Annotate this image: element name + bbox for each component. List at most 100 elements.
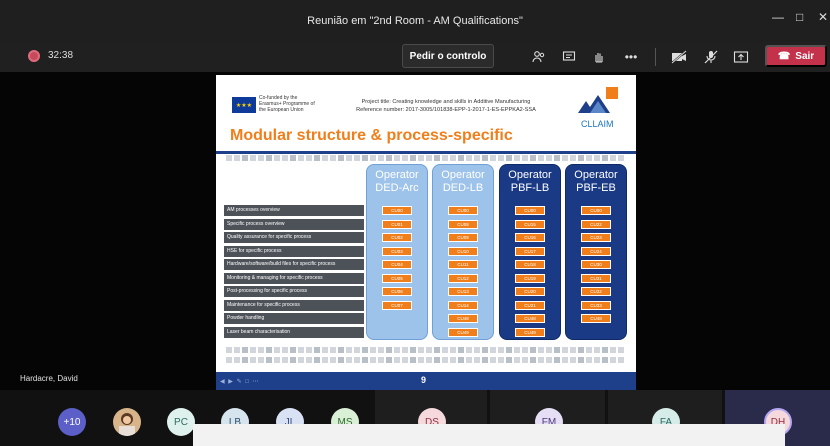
pattern-square xyxy=(522,347,528,353)
camera-off-icon[interactable] xyxy=(668,46,690,68)
pattern-square xyxy=(346,357,352,363)
pattern-square xyxy=(434,155,440,161)
pattern-square xyxy=(514,155,520,161)
leave-label: Sair xyxy=(795,50,815,62)
pattern-square xyxy=(266,155,272,161)
more-participants-badge[interactable]: +10 xyxy=(58,408,86,436)
pattern-square xyxy=(394,357,400,363)
pattern-square xyxy=(282,155,288,161)
pattern-square xyxy=(266,347,272,353)
toolbar-divider xyxy=(655,48,656,66)
pattern-square xyxy=(474,347,480,353)
presentation-slide: ★★★ Co-funded by the Erasmus+ Programme … xyxy=(216,75,636,393)
competence-unit-badge: CU08 xyxy=(448,219,478,229)
pattern-square xyxy=(434,357,440,363)
microphone-off-icon[interactable] xyxy=(700,46,722,68)
competence-unit-badge: CU22 xyxy=(581,219,611,229)
pattern-square xyxy=(546,155,552,161)
pattern-square xyxy=(306,347,312,353)
pattern-square xyxy=(458,347,464,353)
participants-icon[interactable] xyxy=(528,46,550,68)
pattern-square xyxy=(354,155,360,161)
pattern-square xyxy=(602,357,608,363)
request-control-button[interactable]: Pedir o controlo xyxy=(402,44,494,68)
pattern-square xyxy=(354,357,360,363)
competence-unit-badge: CU48 xyxy=(448,314,478,323)
avatar-initials[interactable]: PC xyxy=(167,408,195,436)
pattern-square xyxy=(610,347,616,353)
pattern-square xyxy=(282,357,288,363)
pattern-square xyxy=(610,357,616,363)
module-row-label: Laser beam characterisation xyxy=(224,326,364,338)
pattern-square xyxy=(322,155,328,161)
column-heading-line1: Operator xyxy=(441,169,485,181)
competence-unit-badge: CU10 xyxy=(448,246,478,256)
cllaim-logo-icon xyxy=(578,87,618,113)
pattern-square xyxy=(314,155,320,161)
close-icon[interactable]: ✕ xyxy=(818,10,828,24)
avatar[interactable] xyxy=(113,408,141,436)
column-heading-line1: Operator xyxy=(375,169,419,181)
pattern-square xyxy=(346,347,352,353)
pattern-square xyxy=(274,347,280,353)
pattern-square xyxy=(538,357,544,363)
competence-unit-badge: CU00 xyxy=(382,206,412,215)
competence-unit-badge: CU48 xyxy=(581,314,611,323)
pattern-square xyxy=(306,155,312,161)
pattern-square xyxy=(570,357,576,363)
pattern-square xyxy=(530,155,536,161)
competence-unit-badge: CU12 xyxy=(448,273,478,283)
competence-unit-badge: CU01 xyxy=(382,219,412,229)
share-screen-icon[interactable] xyxy=(730,46,752,68)
pattern-square xyxy=(514,357,520,363)
pattern-square xyxy=(474,357,480,363)
pattern-square xyxy=(402,155,408,161)
pattern-square xyxy=(386,155,392,161)
pattern-square xyxy=(466,357,472,363)
pattern-square xyxy=(330,155,336,161)
pattern-square xyxy=(426,357,432,363)
pattern-square xyxy=(298,155,304,161)
slide-page-number: 9 xyxy=(421,375,427,385)
pattern-square xyxy=(378,155,384,161)
raise-hand-icon[interactable] xyxy=(588,46,610,68)
competence-unit-badge: CU00 xyxy=(515,206,545,215)
module-row-label: Maintenance for specific process xyxy=(224,299,364,311)
decorative-pattern-top xyxy=(226,155,626,163)
pattern-square xyxy=(554,347,560,353)
pattern-square xyxy=(450,347,456,353)
competence-unit-badge: CU20 xyxy=(515,287,545,296)
project-title: Project title: Creating knowledge and sk… xyxy=(361,99,531,105)
pattern-square xyxy=(498,357,504,363)
slide-navigation-controls[interactable]: ◀ ▶ ✎ □ ⋯ xyxy=(220,378,260,385)
pattern-square xyxy=(618,155,624,161)
module-row-label: Post-processing for specific process xyxy=(224,286,364,297)
maximize-icon[interactable]: □ xyxy=(796,10,803,24)
shared-content-stage: ★★★ Co-funded by the Erasmus+ Programme … xyxy=(0,72,830,393)
pattern-square xyxy=(514,347,520,353)
meeting-timer: 32:38 xyxy=(48,50,74,61)
more-options-icon[interactable]: ••• xyxy=(620,46,642,68)
pattern-square xyxy=(578,357,584,363)
competence-unit-badge: CU19 xyxy=(515,273,545,283)
pattern-square xyxy=(506,155,512,161)
pattern-square xyxy=(330,357,336,363)
pattern-square xyxy=(434,347,440,353)
leave-button[interactable]: ☎ Sair xyxy=(765,45,827,67)
competence-unit-badge: CU49 xyxy=(515,327,545,337)
chat-icon[interactable] xyxy=(558,46,580,68)
competence-unit-badge: CU21 xyxy=(515,300,545,310)
competence-unit-badge: CU14 xyxy=(448,300,478,310)
pattern-square xyxy=(466,347,472,353)
minimize-icon[interactable]: — xyxy=(772,10,784,24)
module-row-label: Quality assurance for specific process xyxy=(224,232,364,243)
pattern-square xyxy=(570,155,576,161)
pattern-square xyxy=(266,357,272,363)
module-row-label: Powder handling xyxy=(224,313,364,324)
pattern-square xyxy=(442,347,448,353)
pattern-square xyxy=(538,347,544,353)
pattern-square xyxy=(226,357,232,363)
pattern-square xyxy=(570,347,576,353)
competence-unit-badge: CU24 xyxy=(581,246,611,256)
pattern-square xyxy=(378,357,384,363)
